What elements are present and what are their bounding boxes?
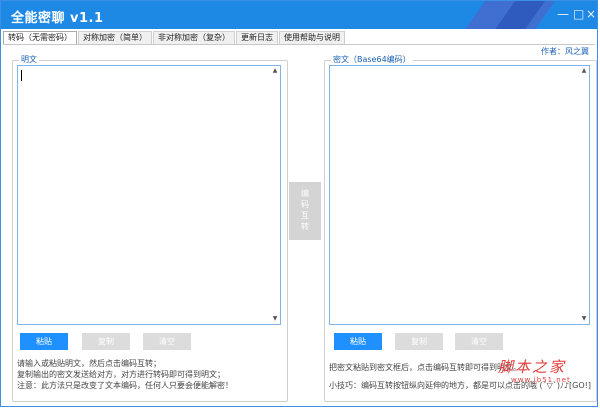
scroll-down-icon[interactable]: ▼ <box>579 314 589 324</box>
plaintext-legend: 明文 <box>19 55 39 65</box>
tab-divider <box>3 44 595 45</box>
maximize-icon[interactable]: □ <box>573 7 584 21</box>
plaintext-clear-button[interactable]: 清空 <box>143 333 191 350</box>
ciphertext-scrollbar[interactable]: ▲ ▼ <box>579 66 589 324</box>
tab-bar: 转码（无需密码） 对称加密（简单） 非对称加密（复杂） 更新日志 使用帮助与说明 <box>3 31 346 44</box>
plaintext-input[interactable]: ▲ ▼ <box>17 65 281 325</box>
tab-transcode[interactable]: 转码（无需密码） <box>3 31 77 44</box>
ciphertext-note-1: 把密文粘贴到密文框后，点击编码互转即可得到明文。 <box>329 363 521 372</box>
plaintext-copy-button[interactable]: 复制 <box>82 333 130 350</box>
ciphertext-input[interactable]: ▲ ▼ <box>329 65 590 325</box>
ciphertext-clear-button[interactable]: 清空 <box>455 333 503 350</box>
plaintext-note-3: 注意：此方法只是改变了文本编码，任何人只要会便能解密！ <box>17 381 233 390</box>
plaintext-paste-button[interactable]: 粘贴 <box>20 333 68 350</box>
convert-button[interactable]: 编码互转 <box>289 182 321 240</box>
ciphertext-copy-button[interactable]: 复制 <box>395 333 443 350</box>
scroll-up-icon[interactable]: ▲ <box>270 66 280 76</box>
scroll-down-icon[interactable]: ▼ <box>270 314 280 324</box>
tab-symmetric[interactable]: 对称加密（简单） <box>78 31 152 44</box>
plaintext-note-2: 复制输出的密文发送给对方，对方进行转码即可得到明文； <box>17 370 225 379</box>
close-icon[interactable]: × <box>586 7 596 21</box>
window-title: 全能密聊 v1.1 <box>11 11 104 26</box>
plaintext-note-1: 请输入或粘贴明文，然后点击编码互转； <box>17 359 161 368</box>
ciphertext-legend: 密文（Base64编码） <box>331 55 413 65</box>
author-label: 作者：风之翼 <box>541 47 589 56</box>
minimize-icon[interactable]: — <box>557 7 569 21</box>
ciphertext-group: 密文（Base64编码） ▲ ▼ 粘贴 复制 清空 把密文粘贴到密文框后，点击编… <box>324 55 597 402</box>
title-bar[interactable]: 全能密聊 v1.1 — □ × <box>1 1 597 29</box>
scroll-up-icon[interactable]: ▲ <box>579 66 589 76</box>
tab-help[interactable]: 使用帮助与说明 <box>279 31 345 44</box>
watermark-logo: 脚本之家 <box>498 358 567 376</box>
text-caret <box>21 70 22 81</box>
tab-changelog[interactable]: 更新日志 <box>236 31 278 44</box>
plaintext-group: 明文 ▲ ▼ 粘贴 复制 清空 请输入或粘贴明文，然后点击编码互转； 复制输出的… <box>12 55 288 402</box>
tab-asymmetric[interactable]: 非对称加密（复杂） <box>153 31 235 44</box>
ciphertext-paste-button[interactable]: 粘贴 <box>334 333 382 350</box>
plaintext-scrollbar[interactable]: ▲ ▼ <box>270 66 280 324</box>
watermark-url: www.jb51.net <box>511 376 571 384</box>
app-window: 全能密聊 v1.1 — □ × 转码（无需密码） 对称加密（简单） 非对称加密（… <box>0 0 598 407</box>
